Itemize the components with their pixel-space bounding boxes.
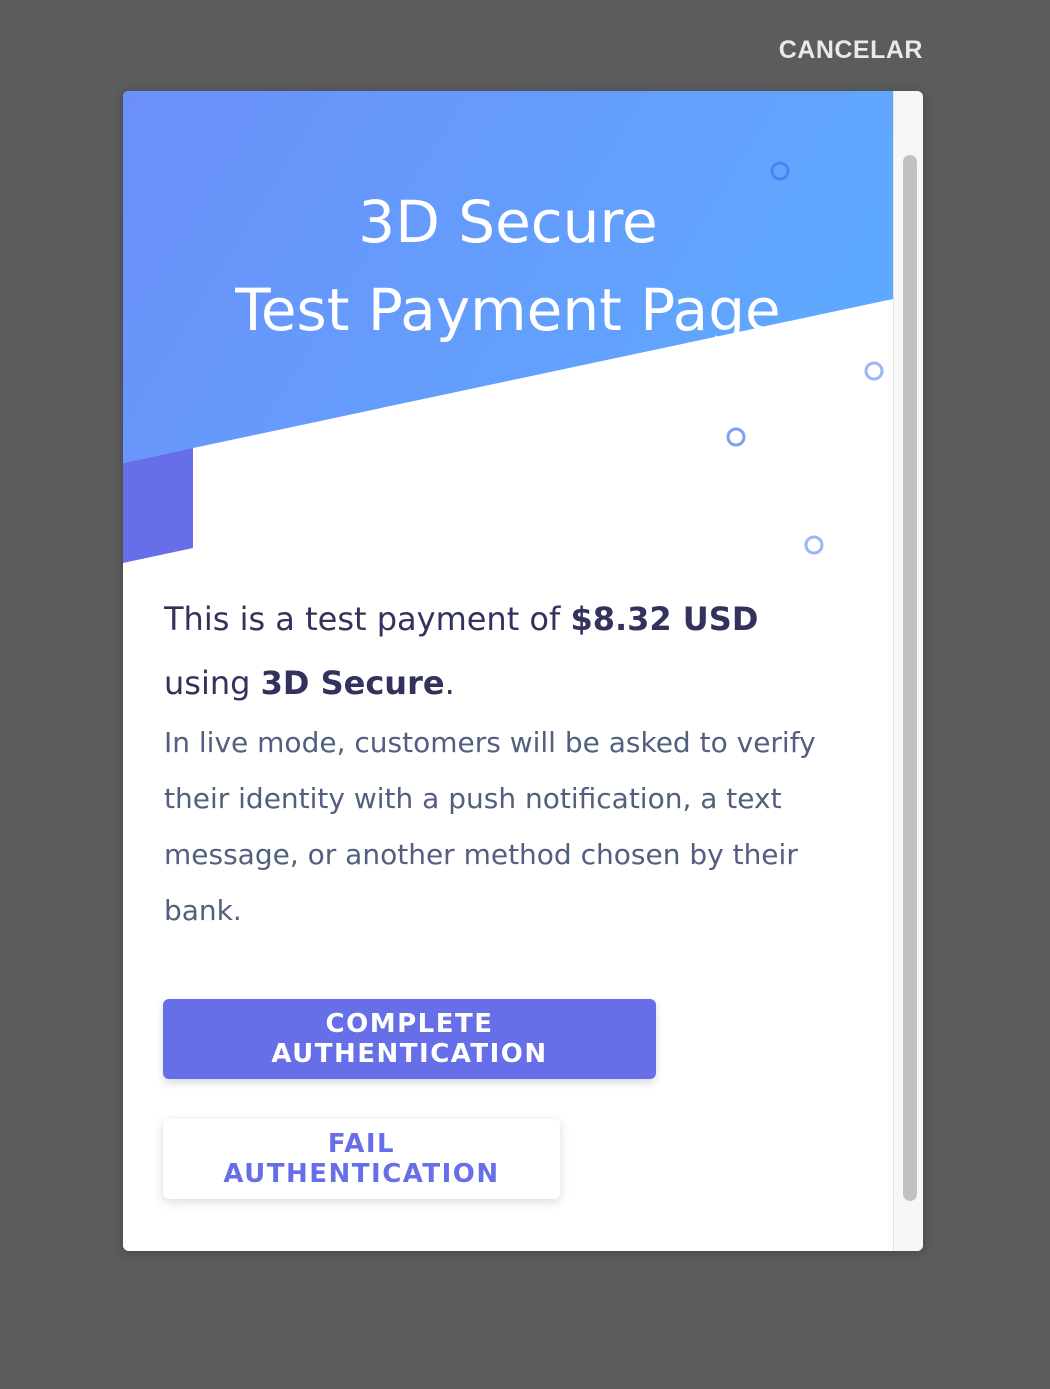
payment-method: 3D Secure bbox=[260, 664, 445, 702]
fail-authentication-button[interactable]: FAIL AUTHENTICATION bbox=[163, 1119, 560, 1199]
decor-circle bbox=[726, 427, 746, 447]
banner-accent-stripe bbox=[123, 448, 193, 563]
payment-info: This is a test payment of $8.32 USD using… bbox=[164, 587, 864, 939]
page-title-line1: 3D Secure bbox=[358, 187, 658, 256]
cancel-button[interactable]: CANCELAR bbox=[760, 36, 923, 65]
decor-circle bbox=[864, 361, 884, 381]
summary-prefix: This is a test payment of bbox=[164, 600, 571, 638]
live-mode-description: In live mode, customers will be asked to… bbox=[164, 726, 816, 927]
authentication-modal: 3D Secure Test Payment Page This is a te… bbox=[123, 91, 923, 1251]
page-title-line2: Test Payment Page bbox=[235, 275, 781, 344]
summary-middle: using bbox=[164, 664, 261, 702]
payment-amount: $8.32 USD bbox=[570, 600, 759, 638]
decor-circle bbox=[804, 535, 824, 555]
page-title: 3D Secure Test Payment Page bbox=[123, 178, 893, 354]
payment-summary: This is a test payment of $8.32 USD using… bbox=[164, 587, 864, 715]
vertical-scrollbar[interactable] bbox=[893, 91, 923, 1251]
summary-suffix: . bbox=[444, 664, 455, 702]
modal-content: 3D Secure Test Payment Page This is a te… bbox=[123, 91, 893, 1251]
complete-authentication-button[interactable]: COMPLETE AUTHENTICATION bbox=[163, 999, 656, 1079]
scrollbar-thumb[interactable] bbox=[903, 155, 917, 1201]
